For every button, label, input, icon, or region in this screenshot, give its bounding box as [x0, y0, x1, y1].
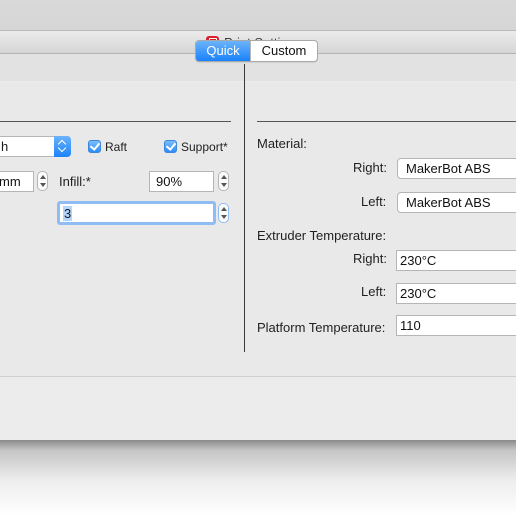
- support-label: Support*: [181, 140, 228, 154]
- mode-segmented-control: Quick Custom: [195, 40, 318, 62]
- extruder-right-temp-field[interactable]: 230°C: [396, 250, 516, 271]
- quality-popup[interactable]: h: [0, 136, 71, 157]
- desktop-background: [0, 0, 516, 30]
- left-section-divider: [0, 121, 231, 122]
- column-divider: [244, 64, 245, 352]
- material-left-label: Left:: [361, 194, 387, 209]
- raft-label: Raft: [105, 140, 128, 154]
- material-right-label: Right:: [353, 160, 387, 175]
- popup-arrows-icon: [54, 136, 71, 157]
- material-right-popup[interactable]: MakerBot ABS: [397, 158, 516, 179]
- window-shadow: [0, 440, 516, 516]
- panel-footer: [0, 376, 516, 442]
- material-left-popup[interactable]: MakerBot ABS: [397, 192, 516, 213]
- platform-temp-field[interactable]: 110: [396, 315, 516, 336]
- extruder-left-temp-field[interactable]: 230°C: [396, 283, 516, 304]
- infill-field[interactable]: 90%: [149, 171, 214, 192]
- right-section-divider: [257, 121, 516, 122]
- tab-custom[interactable]: Custom: [250, 41, 317, 61]
- shells-field[interactable]: 3: [57, 201, 216, 225]
- raft-checkbox[interactable]: [88, 140, 101, 153]
- extruder-left-label: Left:: [361, 284, 387, 299]
- extruder-temperature-label: Extruder Temperature:: [257, 228, 387, 243]
- layer-height-stepper[interactable]: [37, 171, 48, 191]
- support-checkbox[interactable]: [164, 140, 177, 153]
- quality-popup-value: h: [1, 139, 9, 154]
- infill-stepper[interactable]: [218, 171, 229, 191]
- material-label: Material:: [257, 136, 307, 151]
- shells-value: 3: [63, 206, 73, 221]
- tab-quick[interactable]: Quick: [196, 41, 250, 61]
- extruder-right-label: Right:: [353, 251, 387, 266]
- shells-stepper[interactable]: [218, 203, 229, 223]
- platform-temperature-label: Platform Temperature:: [257, 320, 386, 335]
- layer-height-field[interactable]: mm: [0, 171, 34, 192]
- infill-label: Infill:*: [59, 174, 91, 189]
